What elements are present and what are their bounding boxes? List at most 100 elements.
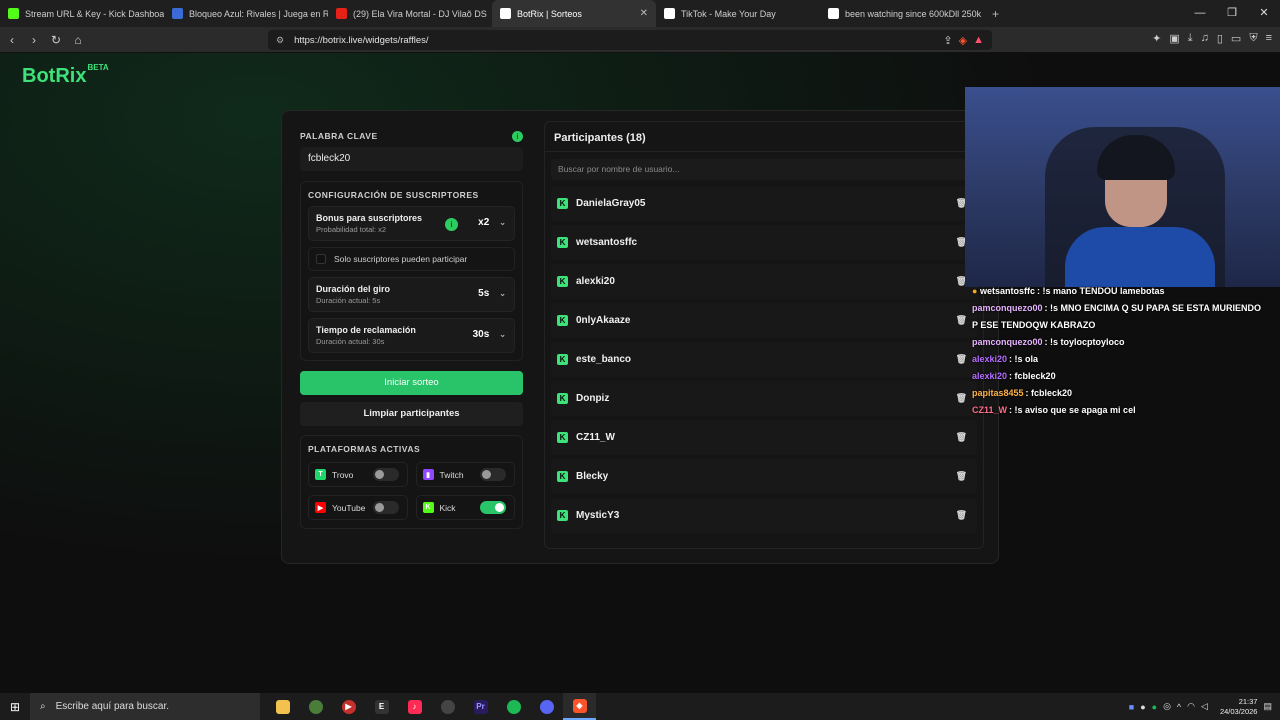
media-player-icon[interactable]: ▶ xyxy=(332,693,365,720)
trash-icon[interactable]: 🗑 xyxy=(956,432,967,443)
minimize-icon[interactable]: — xyxy=(1184,0,1216,27)
start-raffle-button[interactable]: Iniciar sorteo xyxy=(300,371,523,395)
platform-label: Twitch xyxy=(439,469,464,480)
trash-icon[interactable]: 🗑 xyxy=(956,315,967,326)
new-tab-icon[interactable]: + xyxy=(984,7,1007,21)
vpn-icon[interactable]: ⛨ xyxy=(1249,32,1257,45)
raffle-card: PALABRA CLAVE i fcbleck20 CONFIGURACIÓN … xyxy=(281,110,999,564)
trovo-toggle[interactable] xyxy=(372,468,399,481)
bonus-info-icon[interactable]: i xyxy=(445,218,458,231)
discord-icon[interactable] xyxy=(530,693,563,720)
browser-tab[interactable]: been watching since 600kDll 250k sp xyxy=(820,0,984,27)
music-icon[interactable]: ♫ xyxy=(1201,32,1209,45)
checkbox-box[interactable] xyxy=(316,254,326,264)
maximize-icon[interactable]: ❐ xyxy=(1216,0,1248,27)
kick-icon: K xyxy=(422,502,434,513)
browser-tab[interactable]: TikTok - Make Your Day xyxy=(656,0,820,27)
forward-icon[interactable]: › xyxy=(24,33,44,47)
screenshot-icon[interactable]: ▣ xyxy=(1169,32,1179,45)
youtube-toggle[interactable] xyxy=(372,501,399,514)
roblox-icon xyxy=(172,8,183,19)
kick-toggle[interactable] xyxy=(480,501,506,514)
claim-time-row: Tiempo de reclamación Duración actual: 3… xyxy=(308,318,515,353)
browser-tab[interactable]: BotRix | Sorteos ✕ xyxy=(492,0,656,27)
xbox-icon[interactable] xyxy=(299,693,332,720)
system-tray: ■ ● ● ◎ ^ ◠ ◁ 21:37 24/03/2026 ▤ xyxy=(1129,693,1272,720)
close-window-icon[interactable]: ✕ xyxy=(1248,0,1280,27)
browser-tab[interactable]: Bloqueo Azul: Rivales | Juega en Rob xyxy=(164,0,328,27)
tray-steam-icon[interactable]: ◎ xyxy=(1163,701,1171,712)
chat-text: : !s toylocptoyloco xyxy=(1044,337,1125,347)
twitch-toggle[interactable] xyxy=(480,468,506,481)
tray-spotify-icon[interactable]: ● xyxy=(1152,702,1157,712)
trash-icon[interactable]: 🗑 xyxy=(956,471,967,482)
tray-chevron-icon[interactable]: ^ xyxy=(1177,702,1181,712)
reload-icon[interactable]: ↻ xyxy=(46,33,66,47)
download-icon[interactable]: ⤓ xyxy=(1188,32,1193,45)
brave-shield-icon[interactable]: ◈ xyxy=(959,34,967,47)
tray-app-icon[interactable]: ■ xyxy=(1129,702,1134,712)
taskbar-search[interactable]: ⌕ Escribe aquí para buscar. xyxy=(30,693,260,720)
premiere-icon[interactable]: Pr xyxy=(464,693,497,720)
keyword-label: PALABRA CLAVE xyxy=(300,131,378,141)
back-icon[interactable]: ‹ xyxy=(2,33,22,47)
url-field[interactable]: ⚙ https://botrix.live/widgets/raffles/ ⇪… xyxy=(268,30,992,50)
participant-search-input[interactable]: Buscar por nombre de usuario... xyxy=(551,159,977,180)
sidebar-icon[interactable]: ▯ xyxy=(1217,32,1223,45)
trash-icon[interactable]: 🗑 xyxy=(956,510,967,521)
trash-icon[interactable]: 🗑 xyxy=(956,354,967,365)
wallet-icon[interactable]: ▭ xyxy=(1231,32,1241,45)
chat-username: alexki20 xyxy=(972,354,1008,364)
notifications-icon[interactable]: ▤ xyxy=(1263,701,1272,712)
browser-tab[interactable]: (29) Ela Vira Mortal - DJ Vilaõ DS xyxy=(328,0,492,27)
wifi-icon[interactable]: ◠ xyxy=(1187,701,1195,712)
tiktok-app-icon[interactable]: ♪ xyxy=(398,693,431,720)
obs-icon[interactable] xyxy=(431,693,464,720)
site-info-icon[interactable]: ⚙ xyxy=(276,35,284,46)
botrix-logo[interactable]: BotRixBETA xyxy=(22,63,109,88)
badge-icon: ● xyxy=(972,286,980,296)
chat-username: pamconquezo00 xyxy=(972,303,1043,313)
extensions-icon[interactable]: ✦ xyxy=(1152,32,1161,45)
kick-icon: K xyxy=(557,315,568,326)
menu-icon[interactable]: ≡ xyxy=(1266,32,1272,45)
browser-tab[interactable]: Stream URL & Key - Kick Dashboard xyxy=(0,0,164,27)
tab-title: Bloqueo Azul: Rivales | Juega en Rob xyxy=(189,8,328,19)
chat-message: CZ11_W: !s aviso que se apaga mi cel xyxy=(972,402,1277,419)
volume-icon[interactable]: ◁ xyxy=(1201,701,1208,712)
share-icon[interactable]: ⇪ xyxy=(943,34,952,47)
clear-participants-button[interactable]: Limpiar participantes xyxy=(300,402,523,426)
tiktok-icon xyxy=(828,8,839,19)
participant-name: CZ11_W xyxy=(576,432,615,443)
participant-name: wetsantosffc xyxy=(576,237,638,248)
participant-row: Keste_banco 🗑 xyxy=(551,342,977,377)
participant-name: alexki20 xyxy=(576,276,615,287)
platform-label: Kick xyxy=(439,502,456,513)
windows-start-icon[interactable]: ⊞ xyxy=(0,700,30,714)
bonus-select[interactable]: x2 ⌄ xyxy=(478,217,506,228)
only-subs-label: Solo suscriptores pueden participar xyxy=(334,254,468,264)
chevron-down-icon: ⌄ xyxy=(499,289,506,298)
keyword-input[interactable]: fcbleck20 xyxy=(300,147,523,171)
participant-list: K DanielaGray05 🗑 Kwetsantosffc 🗑 Kalexki20 🗑 K… xyxy=(545,186,983,533)
brave-rewards-icon[interactable]: ▲ xyxy=(973,34,984,47)
participant-name: este_banco xyxy=(576,354,632,365)
file-explorer-icon[interactable] xyxy=(266,693,299,720)
tab-title: TikTok - Make Your Day xyxy=(681,8,776,19)
spotify-icon[interactable] xyxy=(497,693,530,720)
info-icon[interactable]: i xyxy=(512,131,523,142)
clock[interactable]: 21:37 24/03/2026 xyxy=(1220,697,1258,717)
spin-select[interactable]: 5s ⌄ xyxy=(478,288,506,299)
bonus-row: Bonus para suscriptores Probabilidad tot… xyxy=(308,206,515,241)
epic-games-icon[interactable]: E xyxy=(365,693,398,720)
close-tab-icon[interactable]: ✕ xyxy=(640,8,648,19)
trash-icon[interactable]: 🗑 xyxy=(956,393,967,404)
windows-taskbar: ⊞ ⌕ Escribe aquí para buscar. ▶ E ♪ Pr ◈… xyxy=(0,693,1280,720)
platform-kick: K Kick xyxy=(415,495,515,520)
only-subs-checkbox[interactable]: Solo suscriptores pueden participar xyxy=(308,247,515,271)
chat-username: CZ11_W xyxy=(972,405,1008,415)
brave-browser-icon[interactable]: ◈ xyxy=(563,693,596,720)
claim-select[interactable]: 30s ⌄ xyxy=(473,329,506,340)
home-icon[interactable]: ⌂ xyxy=(68,33,88,47)
tray-discord-icon[interactable]: ● xyxy=(1140,702,1145,712)
